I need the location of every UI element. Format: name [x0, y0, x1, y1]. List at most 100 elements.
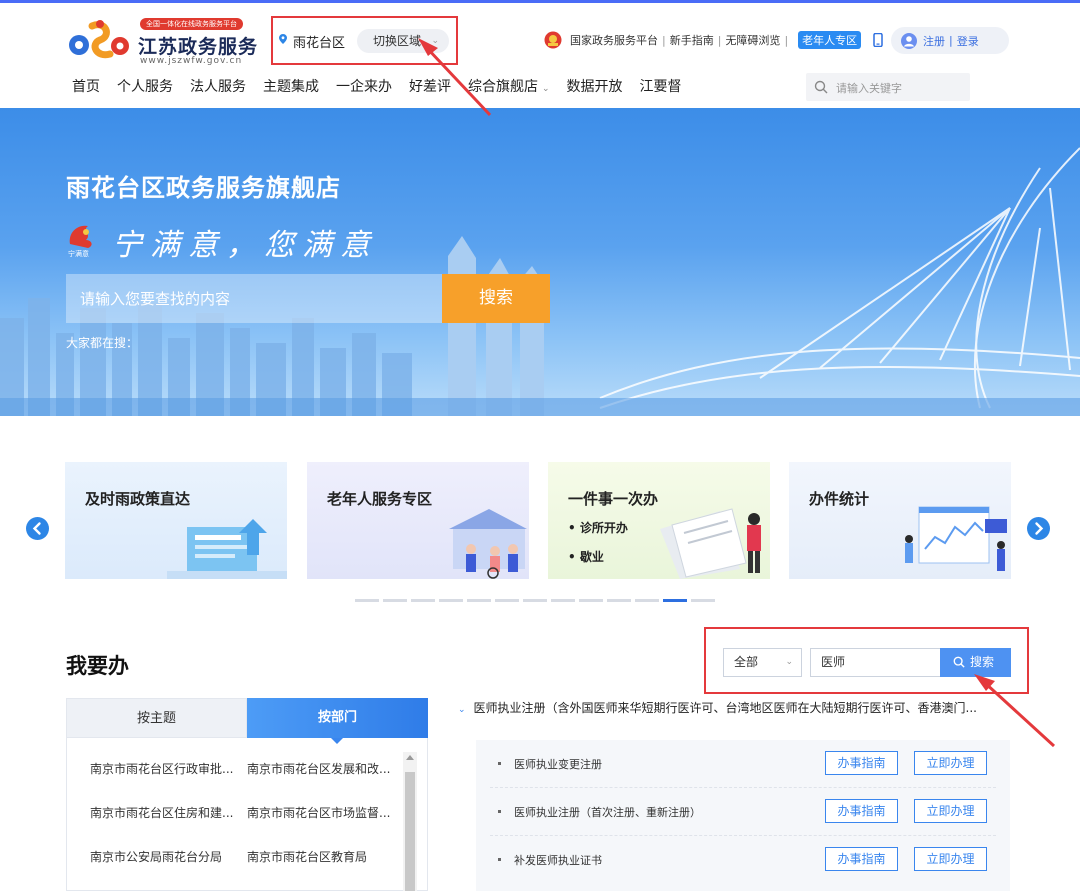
carousel-dot[interactable]	[439, 599, 463, 602]
nav-item-rating[interactable]: 好差评	[409, 76, 451, 96]
separator: |	[949, 34, 953, 47]
scrollbar-thumb[interactable]	[405, 772, 415, 891]
carousel-dot[interactable]	[495, 599, 519, 602]
guide-button[interactable]: 办事指南	[825, 751, 898, 775]
keyword-search-label: 搜索	[970, 655, 995, 669]
national-emblem-icon	[544, 31, 562, 49]
dashboard-illustration	[905, 506, 1007, 571]
user-avatar-icon	[901, 32, 917, 49]
search-icon	[953, 656, 965, 668]
carousel-dot[interactable]	[523, 599, 547, 602]
nav-item-open-data[interactable]: 数据开放	[567, 76, 623, 96]
register-link[interactable]: 注册	[923, 33, 945, 49]
apply-button[interactable]: 立即办理	[914, 799, 987, 823]
keyword-input[interactable]: 医师	[810, 648, 942, 677]
nav-item-home[interactable]: 首页	[72, 76, 100, 96]
nav-item-flagship[interactable]: 综合旗舰店 ⌄	[468, 76, 550, 96]
login-register-pill: 注册 | 登录	[891, 27, 1009, 54]
hero-title: 雨花台区政务服务旗舰店	[66, 174, 341, 202]
accessible-link[interactable]: 无障碍浏览	[725, 32, 780, 48]
department-item[interactable]: 南京市雨花台区市场监督...	[247, 804, 401, 821]
slogan-logo-caption: 宁满意	[68, 249, 89, 258]
apply-button[interactable]: 立即办理	[914, 847, 987, 871]
hero-search-input[interactable]: 请输入您要查找的内容	[66, 274, 442, 323]
hero-search-button[interactable]: 搜索	[442, 274, 550, 323]
scope-select[interactable]: 全部 ⌄	[723, 648, 802, 677]
carousel-prev-button[interactable]	[26, 517, 49, 540]
carousel-dot[interactable]	[691, 599, 715, 602]
nav-item-topics[interactable]: 主题集成	[263, 76, 319, 96]
service-name[interactable]: 医师执业变更注册	[514, 756, 602, 772]
nav-item-flagship-label: 综合旗舰店	[468, 79, 538, 95]
guide-button[interactable]: 办事指南	[825, 847, 898, 871]
guide-button[interactable]: 办事指南	[825, 799, 898, 823]
carousel-dot[interactable]	[411, 599, 435, 602]
mobile-phone-icon[interactable]	[873, 33, 883, 47]
separator: |	[784, 33, 789, 47]
service-name[interactable]: 医师执业注册（首次注册、重新注册）	[514, 804, 701, 820]
ningmanyi-logo-icon: 宁满意	[68, 225, 92, 258]
service-name[interactable]: 补发医师执业证书	[514, 852, 602, 868]
logo-url: www.jszwfw.gov.cn	[140, 56, 243, 66]
top-links-bar: 国家政务服务平台 | 新手指南 | 无障碍浏览 | 老年人专区	[544, 29, 893, 51]
top-accent-line	[0, 0, 1080, 3]
carousel-next-button[interactable]	[1027, 517, 1050, 540]
department-scrollbar[interactable]	[403, 752, 417, 891]
login-link[interactable]: 登录	[957, 33, 979, 49]
department-item[interactable]: 南京市雨花台区发展和改...	[247, 760, 401, 777]
nav-item-supervision[interactable]: 江要督	[640, 76, 682, 96]
logo-title: 江苏政务服务	[138, 36, 259, 58]
card-title: 及时雨政策直达	[85, 490, 191, 508]
apply-button[interactable]: 立即办理	[914, 751, 987, 775]
carousel-dot[interactable]	[355, 599, 379, 602]
elder-zone-link[interactable]: 老年人专区	[798, 31, 862, 49]
document-screen-illustration	[167, 519, 287, 579]
top-search-placeholder: 请输入关键字	[836, 82, 902, 95]
chevron-down-icon: ⌄	[458, 705, 466, 715]
top-search-input[interactable]: 请输入关键字	[806, 73, 970, 101]
section-title: 我要办	[66, 654, 129, 678]
tab-by-topic[interactable]: 按主题	[66, 698, 247, 738]
carousel-dot[interactable]	[551, 599, 575, 602]
card-policy-direct[interactable]: 及时雨政策直达	[65, 462, 287, 579]
nav-item-enterprise[interactable]: 一企来办	[336, 76, 392, 96]
service-row: 医师执业注册（首次注册、重新注册） 办事指南 立即办理	[476, 788, 1010, 836]
tab-by-department-label: 按部门	[317, 710, 357, 725]
elderly-people-illustration	[449, 509, 527, 579]
current-region: 雨花台区	[293, 36, 346, 51]
carousel-dot[interactable]	[663, 599, 687, 602]
department-item[interactable]: 南京市雨花台区行政审批...	[90, 760, 244, 777]
tab-by-department[interactable]: 按部门	[247, 698, 428, 744]
department-item[interactable]: 南京市公安局雨花台分局	[90, 848, 244, 865]
card-one-thing-once[interactable]: 一件事一次办 • 诊所开办 • 歇业	[548, 462, 770, 579]
switch-region-label: 切换区域	[373, 34, 422, 48]
site-logo[interactable]: 全国一体化在线政务服务平台 江苏政务服务 www.jszwfw.gov.cn	[66, 16, 266, 68]
scroll-up-icon[interactable]	[406, 755, 414, 760]
hot-search-label: 大家都在搜：	[66, 336, 139, 350]
department-item[interactable]: 南京市雨花台区教育局	[247, 848, 401, 865]
nav-item-legal-person[interactable]: 法人服务	[190, 76, 246, 96]
guide-link[interactable]: 新手指南	[670, 32, 714, 48]
chevron-right-icon	[1035, 522, 1044, 535]
nav-item-personal[interactable]: 个人服务	[117, 76, 173, 96]
scope-select-value: 全部	[734, 655, 759, 669]
carousel-dots	[355, 599, 719, 602]
carousel-dot[interactable]	[635, 599, 659, 602]
carousel-dot[interactable]	[467, 599, 491, 602]
carousel-dot[interactable]	[607, 599, 631, 602]
card-title: 办件统计	[809, 490, 870, 508]
carousel-dot[interactable]	[579, 599, 603, 602]
service-list: 医师执业变更注册 办事指南 立即办理 医师执业注册（首次注册、重新注册） 办事指…	[476, 740, 1010, 891]
card-elder-services[interactable]: 老年人服务专区	[307, 462, 529, 579]
department-item[interactable]: 南京市雨花台区住房和建...	[90, 804, 244, 821]
service-group-title[interactable]: ⌄ 医师执业注册（含外国医师来华短期行医许可、台湾地区医师在大陆短期行医许可、香港…	[458, 699, 1018, 716]
category-tabs: 按主题 按部门	[66, 698, 428, 744]
service-group-title-text: 医师执业注册（含外国医师来华短期行医许可、台湾地区医师在大陆短期行医许可、香港澳…	[473, 701, 977, 715]
card-title: 一件事一次办	[568, 490, 659, 508]
card-statistics[interactable]: 办件统计	[789, 462, 1011, 579]
switch-region-button[interactable]: 切换区域 ⌄	[357, 29, 449, 53]
chevron-down-icon: ⌄	[785, 657, 793, 667]
national-platform-link[interactable]: 国家政务服务平台	[570, 32, 658, 48]
carousel-dot[interactable]	[383, 599, 407, 602]
keyword-search-button[interactable]: 搜索	[940, 648, 1011, 677]
